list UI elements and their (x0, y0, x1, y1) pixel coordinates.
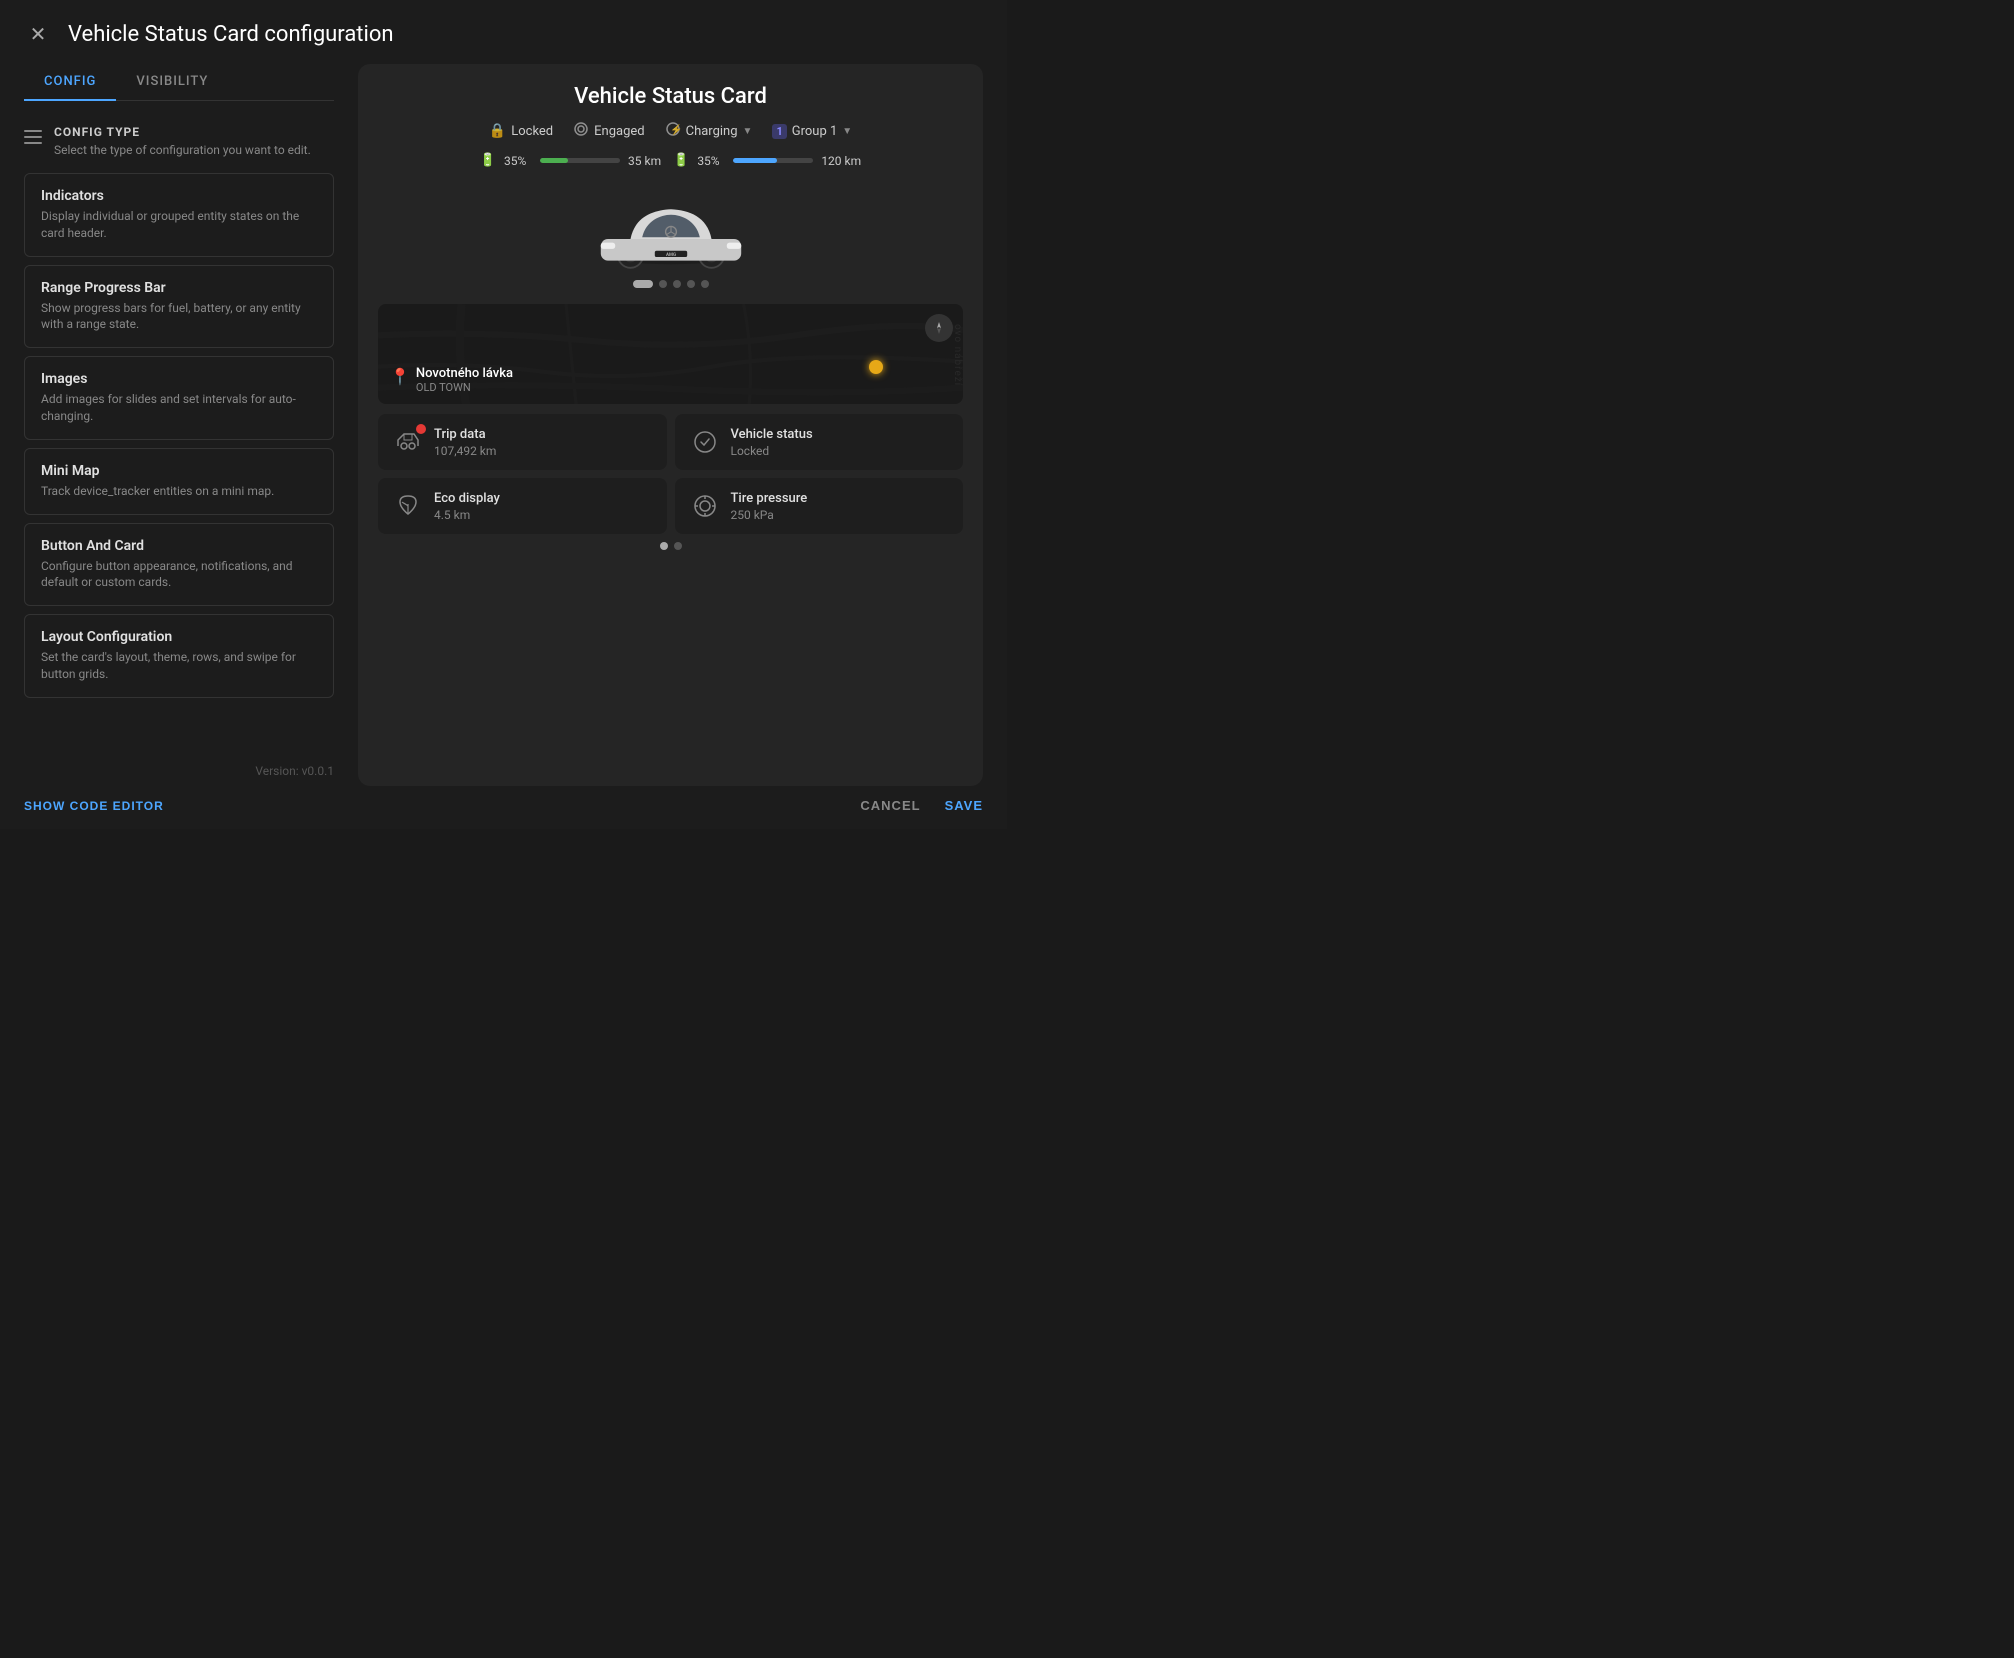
show-code-editor-button[interactable]: SHOW CODE EDITOR (24, 799, 164, 813)
battery2-pct: 35% (697, 154, 725, 168)
page-dot-1[interactable] (660, 542, 668, 550)
menu-items-list: Indicators Display individual or grouped… (24, 173, 334, 752)
battery2-icon: 🔋 (673, 153, 689, 168)
menu-item-images[interactable]: Images Add images for slides and set int… (24, 356, 334, 440)
compass-icon (925, 314, 953, 342)
menu-item-layout-config[interactable]: Layout Configuration Set the card's layo… (24, 614, 334, 698)
slide-dot-2[interactable] (659, 280, 667, 288)
action-tile-vehicle-status[interactable]: Vehicle status Locked (675, 414, 964, 470)
slide-dot-1[interactable] (633, 280, 653, 288)
trip-tile-title: Trip data (434, 427, 496, 442)
right-panel: Vehicle Status Card 🔒 Locked (358, 64, 983, 786)
status-locked-label: Locked (511, 124, 553, 139)
group-dropdown-icon: ▼ (842, 126, 852, 137)
version-text: Version: v0.0.1 (24, 752, 334, 786)
battery1-group: 🔋 35% 35 km (480, 153, 661, 168)
close-button[interactable]: ✕ (24, 20, 52, 48)
action-tile-tire-pressure[interactable]: Tire pressure 250 kPa (675, 478, 964, 534)
config-type-label: CONFIG TYPE (54, 125, 311, 139)
car-image: AMG (581, 180, 761, 280)
battery2-fill (733, 158, 777, 163)
eco-tile-value: 4.5 km (434, 508, 500, 522)
config-type-sublabel: Select the type of configuration you wan… (54, 143, 311, 157)
dialog-header: ✕ Vehicle Status Card configuration (0, 0, 1007, 64)
status-charging-label: Charging (686, 124, 738, 139)
svg-text:⚡: ⚡ (670, 123, 681, 136)
dialog-title: Vehicle Status Card configuration (68, 22, 394, 47)
engaged-icon (573, 121, 589, 141)
map-street-text: ovo nábřeží (952, 324, 963, 386)
svg-text:AMG: AMG (665, 252, 675, 258)
tire-pressure-tile-value: 250 kPa (731, 508, 808, 522)
battery2-group: 🔋 35% 120 km (673, 153, 861, 168)
battery1-bar (540, 158, 620, 163)
map-location-name: Novotného lávka (416, 366, 513, 381)
menu-item-range-progress[interactable]: Range Progress Bar Show progress bars fo… (24, 265, 334, 349)
cancel-button[interactable]: CANCEL (860, 798, 920, 813)
eco-icon (392, 490, 424, 522)
tab-config[interactable]: CONFIG (24, 64, 116, 101)
dialog-content: CONFIG VISIBILITY CONFIG TYPE Sel (0, 64, 1007, 786)
preview-card: Vehicle Status Card 🔒 Locked (358, 64, 983, 786)
save-button[interactable]: SAVE (945, 798, 983, 813)
dialog-container: ✕ Vehicle Status Card configuration CONF… (0, 0, 1007, 829)
tire-pressure-icon (689, 490, 721, 522)
left-panel: CONFIG VISIBILITY CONFIG TYPE Sel (24, 64, 334, 786)
group-badge: 1 (772, 124, 786, 139)
status-engaged: Engaged (573, 121, 644, 141)
status-indicators-row: 🔒 Locked Engaged (378, 121, 963, 141)
preview-card-title: Vehicle Status Card (378, 84, 963, 109)
tire-pressure-tile-title: Tire pressure (731, 491, 808, 506)
map-pin-icon: 📍 (390, 367, 410, 386)
lock-icon: 🔒 (489, 123, 506, 139)
trip-icon (392, 426, 424, 458)
battery1-fill (540, 158, 568, 163)
hamburger-icon (24, 129, 42, 148)
map-location-dot (869, 360, 883, 374)
tab-visibility[interactable]: VISIBILITY (116, 64, 228, 101)
eco-tile-title: Eco display (434, 491, 500, 506)
slide-dot-3[interactable] (673, 280, 681, 288)
charging-icon: ⚡ (665, 121, 681, 141)
progress-bars-row: 🔋 35% 35 km 🔋 35% 120 km (378, 153, 963, 168)
car-image-area: AMG (378, 180, 963, 296)
battery2-bar (733, 158, 813, 163)
battery2-km: 120 km (821, 154, 861, 168)
action-tiles-grid: Trip data 107,492 km Vehicle stat (378, 414, 963, 534)
vehicle-status-icon (689, 426, 721, 458)
slide-dot-5[interactable] (701, 280, 709, 288)
battery1-pct: 35% (504, 154, 532, 168)
action-tile-trip[interactable]: Trip data 107,492 km (378, 414, 667, 470)
battery1-icon: 🔋 (480, 153, 496, 168)
page-dot-2[interactable] (674, 542, 682, 550)
trip-tile-value: 107,492 km (434, 444, 496, 458)
tabs-container: CONFIG VISIBILITY (24, 64, 334, 101)
status-group[interactable]: 1 Group 1 ▼ (772, 124, 852, 139)
dialog-footer: SHOW CODE EDITOR CANCEL SAVE (0, 786, 1007, 829)
mini-map[interactable]: 📍 Novotného lávka OLD TOWN ovo nábřeží (378, 304, 963, 404)
menu-item-button-card[interactable]: Button And Card Configure button appeara… (24, 523, 334, 607)
menu-item-indicators[interactable]: Indicators Display individual or grouped… (24, 173, 334, 257)
trip-notification-badge (416, 424, 426, 434)
battery1-km: 35 km (628, 154, 661, 168)
status-group-label: Group 1 (792, 124, 838, 139)
vehicle-status-tile-value: Locked (731, 444, 813, 458)
status-engaged-label: Engaged (594, 124, 644, 139)
page-dots (378, 542, 963, 550)
footer-actions: CANCEL SAVE (860, 798, 983, 813)
vehicle-status-tile-title: Vehicle status (731, 427, 813, 442)
action-tile-eco[interactable]: Eco display 4.5 km (378, 478, 667, 534)
slide-dot-4[interactable] (687, 280, 695, 288)
status-locked: 🔒 Locked (489, 123, 553, 139)
slide-dots (633, 280, 709, 288)
map-location-sub: OLD TOWN (416, 381, 513, 394)
charging-dropdown-icon: ▼ (743, 126, 753, 137)
status-charging[interactable]: ⚡ Charging ▼ (665, 121, 753, 141)
config-type-row: CONFIG TYPE Select the type of configura… (24, 117, 334, 173)
map-location-info: 📍 Novotného lávka OLD TOWN (390, 366, 513, 394)
menu-item-mini-map[interactable]: Mini Map Track device_tracker entities o… (24, 448, 334, 515)
